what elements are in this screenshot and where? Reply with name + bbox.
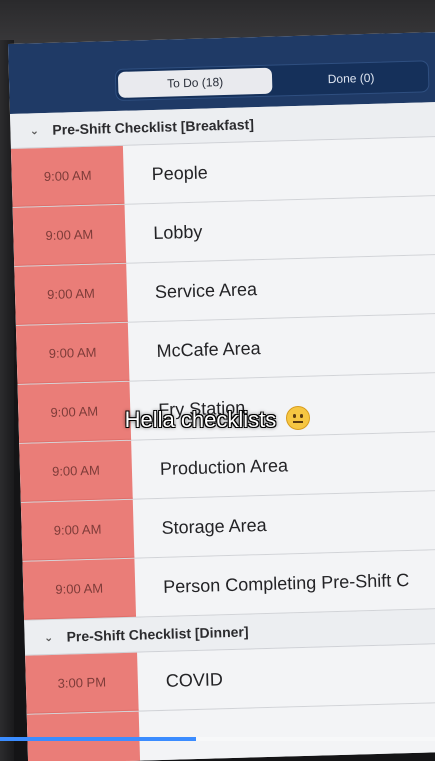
- row-time: 9:00 AM: [10, 145, 125, 207]
- video-caption: Hella checklists: [0, 406, 435, 433]
- video-progress-bar[interactable]: [0, 737, 435, 741]
- row-label: Service Area: [154, 278, 258, 302]
- row-label: Person Completing Pre-Shift C: [162, 569, 410, 597]
- row-time: 3:00 PM: [25, 652, 139, 714]
- row-time: 9:00 AM: [22, 558, 137, 620]
- row-time: 9:00 AM: [12, 204, 127, 266]
- section-title: Pre-Shift Checklist [Breakfast]: [52, 116, 255, 138]
- status-segmented-control: To Do (18) Done (0): [114, 60, 430, 102]
- video-progress-fill: [0, 737, 196, 741]
- row-time: 9:00 AM: [20, 499, 135, 561]
- chevron-down-icon: ⌄: [29, 124, 40, 137]
- row-label-empty: [139, 702, 435, 761]
- chevron-down-icon: ⌄: [43, 631, 54, 644]
- top-bar: To Do (18) Done (0): [8, 31, 435, 114]
- row-label: Storage Area: [161, 514, 267, 538]
- video-frame: To Do (18) Done (0) ⌄ Pre-Shift Checklis…: [0, 0, 435, 761]
- row-time: 9:00 AM: [19, 440, 133, 502]
- row-label: Lobby: [153, 221, 203, 243]
- section-title: Pre-Shift Checklist [Dinner]: [66, 623, 249, 645]
- tablet-screen: To Do (18) Done (0) ⌄ Pre-Shift Checklis…: [8, 31, 435, 761]
- caption-text: Hella checklists: [124, 407, 277, 432]
- row-label: McCafe Area: [156, 337, 261, 361]
- tab-to-do[interactable]: To Do (18): [117, 67, 273, 98]
- row-time: 9:00 AM: [15, 322, 130, 384]
- row-label: COVID: [165, 668, 224, 691]
- row-label: People: [151, 161, 208, 184]
- tab-done[interactable]: Done (0): [274, 61, 429, 95]
- row-label: Production Area: [159, 454, 289, 479]
- row-time: 9:00 AM: [14, 263, 128, 325]
- neutral-face-icon: [286, 406, 311, 430]
